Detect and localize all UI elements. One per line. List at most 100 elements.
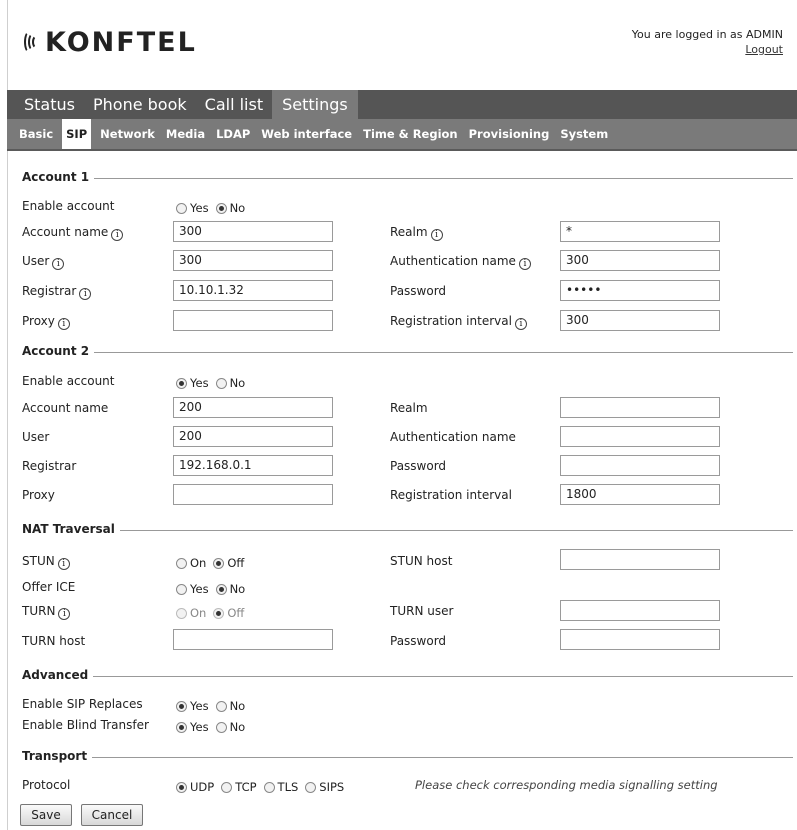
label-text: Account name bbox=[22, 225, 109, 239]
radio-label: Yes bbox=[190, 699, 209, 713]
sip-replaces-yes-radio[interactable] bbox=[176, 700, 187, 712]
info-icon[interactable]: i bbox=[57, 558, 70, 570]
account1-password-field[interactable]: ••••• bbox=[560, 280, 720, 301]
info-icon[interactable]: i bbox=[514, 318, 527, 330]
label-text: Proxy bbox=[22, 314, 55, 328]
protocol-udp-radio[interactable] bbox=[176, 781, 187, 793]
account2-password-field[interactable] bbox=[560, 455, 720, 476]
login-info: You are logged in as ADMIN Logout bbox=[632, 27, 783, 57]
account2-auth-name-label: Authentication name bbox=[390, 430, 516, 444]
tab-status[interactable]: Status bbox=[19, 90, 80, 119]
account2-proxy-field[interactable] bbox=[173, 484, 333, 505]
offer-ice-yes-radio[interactable] bbox=[176, 583, 187, 595]
protocol-sips-radio[interactable] bbox=[305, 781, 317, 793]
account1-user-label: User i bbox=[22, 254, 65, 270]
subtab-provisioning[interactable]: Provisioning bbox=[467, 124, 552, 144]
account2-reg-interval-label: Registration interval bbox=[390, 488, 512, 502]
account1-enable-no-radio[interactable] bbox=[215, 202, 227, 214]
radio-label: TLS bbox=[277, 780, 299, 794]
turn-host-field[interactable] bbox=[173, 629, 333, 650]
account1-proxy-label: Proxy i bbox=[22, 314, 70, 330]
account1-realm-label: Realm i bbox=[390, 225, 443, 241]
account2-reg-interval-field[interactable]: 1800 bbox=[560, 484, 720, 505]
stun-on-radio[interactable] bbox=[176, 557, 187, 569]
turn-password-field[interactable] bbox=[560, 629, 720, 650]
settings-sub-nav: Basic SIP Network Media LDAP Web interfa… bbox=[7, 119, 797, 151]
tab-call-list[interactable]: Call list bbox=[200, 90, 268, 119]
nat-title: NAT Traversal bbox=[22, 522, 120, 536]
transport-divider bbox=[22, 757, 793, 758]
info-icon[interactable]: i bbox=[430, 229, 443, 241]
info-icon[interactable]: i bbox=[58, 608, 71, 620]
account2-name-field[interactable]: 200 bbox=[173, 397, 333, 418]
turn-user-label: TURN user bbox=[390, 604, 454, 618]
subtab-system[interactable]: System bbox=[558, 124, 610, 144]
account1-enable-yes-radio[interactable] bbox=[176, 202, 187, 214]
account2-enable-yes-radio[interactable] bbox=[176, 377, 187, 389]
subtab-ldap[interactable]: LDAP bbox=[214, 124, 252, 144]
account2-enable-radios: Yes No bbox=[176, 376, 252, 390]
save-button[interactable]: Save bbox=[20, 804, 72, 826]
blind-transfer-yes-radio[interactable] bbox=[176, 721, 187, 733]
account1-divider bbox=[22, 178, 793, 179]
tab-phone-book[interactable]: Phone book bbox=[88, 90, 192, 119]
account1-registrar-label: Registrar i bbox=[22, 284, 92, 300]
account2-enable-no-radio[interactable] bbox=[215, 377, 227, 389]
logout-link[interactable]: Logout bbox=[632, 42, 783, 57]
radio-label: Yes bbox=[190, 720, 209, 734]
cancel-button[interactable]: Cancel bbox=[81, 804, 143, 826]
info-icon[interactable]: i bbox=[57, 318, 70, 330]
info-icon[interactable]: i bbox=[79, 288, 92, 300]
stun-host-field[interactable] bbox=[560, 549, 720, 570]
turn-on-radio[interactable] bbox=[176, 607, 187, 619]
account1-title: Account 1 bbox=[22, 170, 95, 184]
label-text: TURN bbox=[22, 604, 56, 618]
radio-label: SIPS bbox=[319, 780, 345, 794]
account1-password-label: Password bbox=[390, 284, 447, 298]
account2-realm-field[interactable] bbox=[560, 397, 720, 418]
account2-name-label: Account name bbox=[22, 401, 109, 415]
account1-proxy-field[interactable] bbox=[173, 310, 333, 331]
account1-realm-field[interactable]: * bbox=[560, 221, 720, 242]
subtab-basic[interactable]: Basic bbox=[17, 124, 55, 144]
stun-off-radio[interactable] bbox=[213, 557, 225, 569]
radio-label: Yes bbox=[190, 201, 209, 215]
label-text: Registrar bbox=[22, 284, 77, 298]
account1-auth-name-label: Authentication name i bbox=[390, 254, 531, 270]
turn-off-radio[interactable] bbox=[213, 607, 225, 619]
radio-label: On bbox=[190, 556, 207, 570]
blind-transfer-no-radio[interactable] bbox=[215, 721, 227, 733]
offer-ice-no-radio[interactable] bbox=[215, 583, 227, 595]
subtab-media[interactable]: Media bbox=[164, 124, 207, 144]
turn-host-label: TURN host bbox=[22, 634, 86, 648]
protocol-radios: UDP TCP TLS SIPS bbox=[176, 780, 351, 794]
account1-name-label: Account name i bbox=[22, 225, 124, 241]
account1-name-field[interactable]: 300 bbox=[173, 221, 333, 242]
info-icon[interactable]: i bbox=[52, 258, 65, 270]
account1-auth-name-field[interactable]: 300 bbox=[560, 250, 720, 271]
subtab-web-interface[interactable]: Web interface bbox=[259, 124, 354, 144]
subtab-sip[interactable]: SIP bbox=[62, 119, 92, 149]
account2-auth-name-field[interactable] bbox=[560, 426, 720, 447]
account2-user-field[interactable]: 200 bbox=[173, 426, 333, 447]
radio-label: Off bbox=[227, 556, 245, 570]
account1-reg-interval-field[interactable]: 300 bbox=[560, 310, 720, 331]
protocol-tls-radio[interactable] bbox=[263, 781, 275, 793]
info-icon[interactable]: i bbox=[111, 229, 124, 241]
info-icon[interactable]: i bbox=[518, 258, 531, 270]
account2-registrar-field[interactable]: 192.168.0.1 bbox=[173, 455, 333, 476]
stun-label: STUN i bbox=[22, 554, 70, 570]
protocol-tcp-radio[interactable] bbox=[221, 781, 233, 793]
account2-enable-label: Enable account bbox=[22, 374, 115, 388]
account1-user-field[interactable]: 300 bbox=[173, 250, 333, 271]
turn-user-field[interactable] bbox=[560, 600, 720, 621]
account2-divider bbox=[22, 352, 793, 353]
subtab-time-region[interactable]: Time & Region bbox=[361, 124, 460, 144]
account2-registrar-label: Registrar bbox=[22, 459, 77, 473]
stun-host-label: STUN host bbox=[390, 554, 453, 568]
tab-settings[interactable]: Settings bbox=[272, 90, 358, 119]
radio-label: On bbox=[190, 606, 207, 620]
account1-registrar-field[interactable]: 10.10.1.32 bbox=[173, 280, 333, 301]
sip-replaces-no-radio[interactable] bbox=[215, 700, 227, 712]
subtab-network[interactable]: Network bbox=[98, 124, 157, 144]
